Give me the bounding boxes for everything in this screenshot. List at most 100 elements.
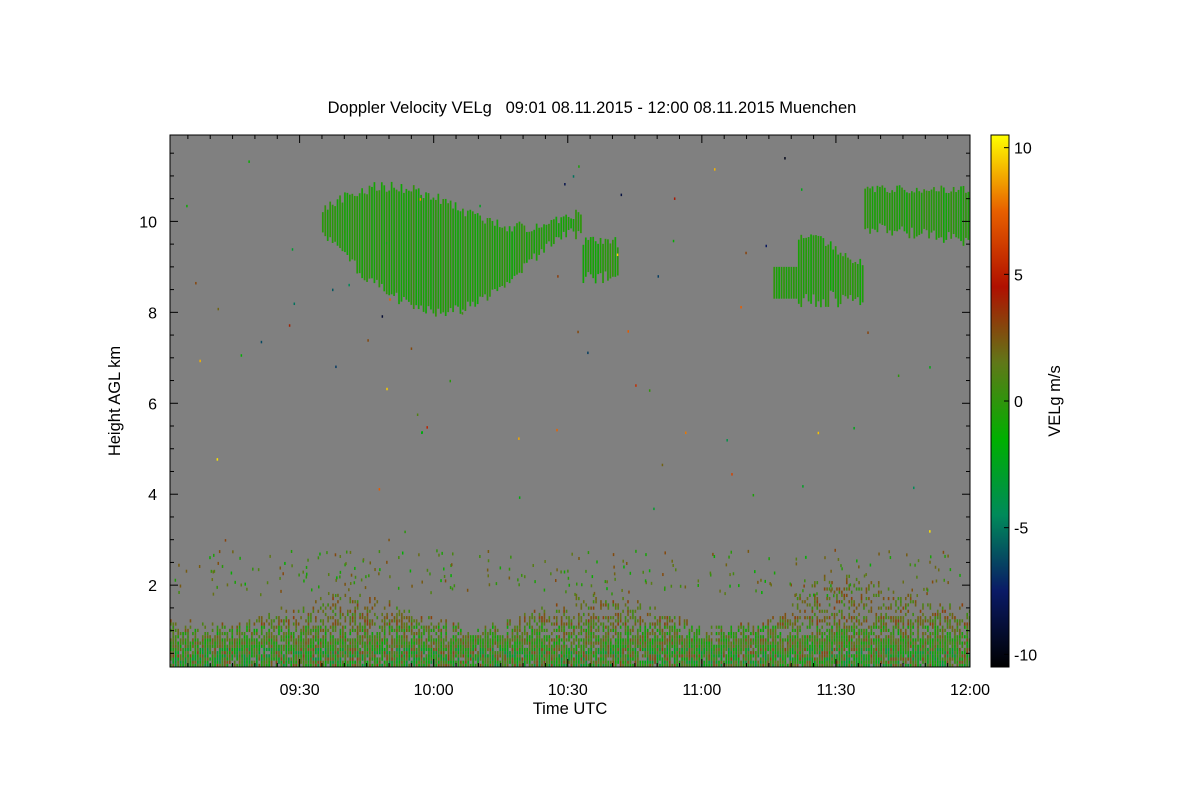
velocity-cell <box>917 622 919 626</box>
velocity-cell <box>794 651 796 655</box>
velocity-cell <box>934 565 937 569</box>
velocity-cell <box>378 572 380 576</box>
velocity-cell <box>526 622 529 626</box>
velocity-cell <box>909 654 912 658</box>
velocity-cell <box>818 651 821 655</box>
velocity-cell <box>902 644 905 648</box>
velocity-cell <box>260 638 263 642</box>
velocity-cell <box>614 606 617 610</box>
velocity-cell <box>651 631 654 636</box>
velocity-cell <box>791 622 794 626</box>
velocity-cell <box>904 647 907 652</box>
velocity-cell <box>253 622 256 626</box>
velocity-cell <box>693 635 696 639</box>
velocity-cell <box>214 638 216 642</box>
velocity-cell <box>796 596 799 601</box>
velocity-cell <box>555 603 558 607</box>
velocity-cell <box>487 654 489 658</box>
velocity-cell <box>425 657 428 661</box>
velocity-cell <box>408 657 411 661</box>
velocity-cell <box>885 647 887 652</box>
velocity-cell <box>484 644 487 648</box>
velocity-cell <box>445 628 447 633</box>
velocity-cell <box>730 625 733 629</box>
velocity-cell <box>811 631 814 636</box>
velocity-cell <box>659 657 661 661</box>
velocity-cell <box>306 572 308 576</box>
velocity-cell <box>182 647 184 652</box>
velocity-cell <box>457 622 460 626</box>
velocity-cell <box>600 644 602 648</box>
velocity-cell <box>619 612 622 617</box>
velocity-cell <box>366 631 369 636</box>
velocity-cell <box>789 622 792 626</box>
velocity-cell <box>963 651 966 655</box>
velocity-cell <box>386 644 388 648</box>
velocity-cell <box>447 654 450 658</box>
velocity-cell <box>885 635 887 639</box>
velocity-cell <box>418 660 420 664</box>
velocity-cell <box>686 641 688 645</box>
velocity-cell <box>841 654 843 658</box>
velocity-cell <box>256 654 258 658</box>
cloud-velocity-column <box>842 256 844 295</box>
velocity-cell <box>887 641 890 645</box>
velocity-cell <box>629 638 632 642</box>
velocity-cell <box>966 622 969 626</box>
velocity-cell <box>617 644 619 648</box>
velocity-cell <box>789 647 792 652</box>
velocity-cell <box>654 654 656 658</box>
velocity-cell <box>565 590 567 594</box>
velocity-cell <box>521 641 524 645</box>
velocity-cell <box>622 651 624 655</box>
velocity-cell <box>595 638 597 642</box>
velocity-cell <box>538 660 541 664</box>
velocity-cell <box>509 657 511 661</box>
velocity-cell <box>605 654 607 658</box>
velocity-cell <box>821 644 823 648</box>
velocity-cell <box>268 612 270 617</box>
velocity-cell <box>381 641 383 645</box>
velocity-cell <box>922 638 924 642</box>
velocity-cell <box>907 619 910 623</box>
velocity-cell <box>907 657 910 661</box>
velocity-cell <box>757 631 760 636</box>
velocity-cell <box>285 619 288 623</box>
velocity-cell <box>907 647 910 652</box>
velocity-cell <box>634 651 637 655</box>
velocity-cell <box>209 651 211 655</box>
velocity-cell <box>951 647 954 652</box>
velocity-cell <box>442 657 445 661</box>
velocity-cell <box>698 625 701 629</box>
velocity-cell <box>895 609 897 613</box>
velocity-cell <box>641 644 644 648</box>
velocity-cell <box>219 657 221 661</box>
cloud-velocity-column <box>876 185 879 233</box>
velocity-cell <box>811 622 814 626</box>
velocity-cell <box>892 596 895 601</box>
velocity-cell <box>585 628 588 633</box>
velocity-cell <box>585 635 588 639</box>
velocity-cell <box>290 644 293 648</box>
velocity-cell <box>543 638 546 642</box>
velocity-cell <box>214 654 216 658</box>
velocity-cell <box>809 654 811 658</box>
velocity-cell <box>828 616 831 620</box>
velocity-cell <box>605 651 607 655</box>
velocity-cell <box>745 657 747 661</box>
velocity-cell <box>257 568 260 572</box>
velocity-cell <box>738 584 740 588</box>
cloud-velocity-column <box>454 202 457 306</box>
velocity-cell <box>868 635 870 639</box>
velocity-cell <box>290 631 293 636</box>
velocity-cell <box>900 600 902 604</box>
velocity-cell <box>735 644 737 648</box>
velocity-cell <box>435 625 438 629</box>
velocity-cell <box>565 622 568 626</box>
velocity-cell <box>959 622 961 626</box>
velocity-cell <box>831 657 833 661</box>
velocity-cell <box>256 657 258 661</box>
velocity-cell <box>696 654 698 658</box>
velocity-cell <box>909 651 912 655</box>
velocity-cell <box>614 641 617 645</box>
